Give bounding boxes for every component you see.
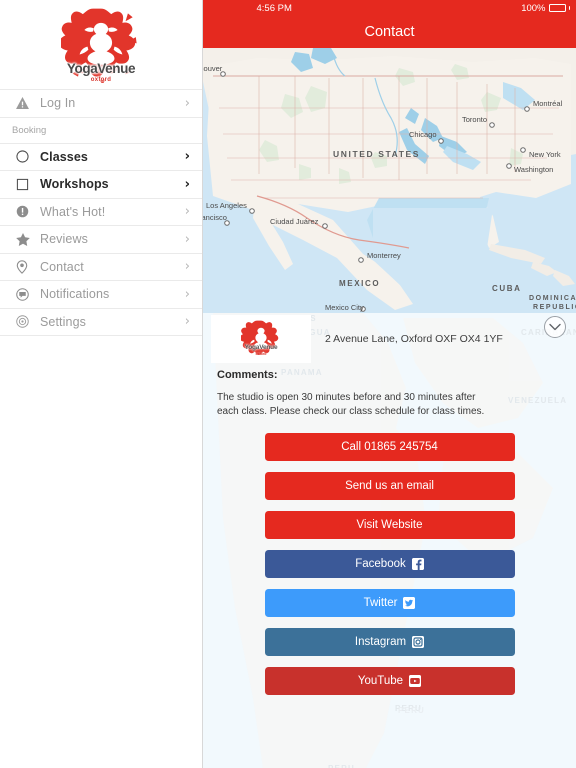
sidebar-item-contact[interactable]: Contact › [0, 252, 202, 281]
sidebar-item-settings[interactable]: Settings › [0, 307, 202, 336]
sidebar-item-label: Notifications [40, 287, 110, 302]
youtube-icon [409, 675, 422, 687]
youtube-button[interactable]: YouTube [264, 667, 515, 695]
map-svg: Vancouver Montréal Toronto Chicago New Y… [203, 48, 576, 313]
map-label-mexico: MEXICO [339, 279, 380, 288]
contact-pane: HONDURAS NICARAGUA PANAMA CARIBBEAN VENE… [203, 0, 576, 768]
location-pin-icon [16, 259, 40, 274]
sidebar-item-label: Workshops [40, 177, 109, 192]
chevron-right-icon: › [184, 95, 190, 111]
sidebar-section-booking: Booking [0, 117, 202, 144]
sidebar-item-workshops[interactable]: Workshops › [0, 170, 202, 199]
sidebar: YogaVenue oxford Log In › Booking Classe… [0, 0, 203, 768]
sidebar-menu: Log In › Booking Classes › Workshops › W… [0, 89, 202, 336]
twitter-button[interactable]: Twitter [264, 589, 515, 617]
sidebar-item-label: Log In [40, 96, 76, 111]
call-button-label: Call 01865 245754 [341, 441, 438, 453]
page-title: Contact [364, 24, 415, 40]
sidebar-item-classes[interactable]: Classes › [0, 142, 202, 171]
battery-tip-icon [568, 6, 570, 10]
map-label-monterrey: Monterrey [367, 251, 401, 260]
map-label-washington: Washington [514, 165, 553, 174]
sidebar-item-log-in[interactable]: Log In › [0, 89, 202, 118]
map-label-ciudad-juarez: Ciudad Juárez [270, 217, 319, 226]
gear-icon [16, 315, 40, 328]
nav-bar: Contact [203, 16, 576, 48]
map-label-cuba: CUBA [492, 284, 522, 293]
instagram-button-label: Instagram [354, 636, 407, 648]
chat-bubble-icon [16, 287, 40, 301]
chevron-down-circle-icon[interactable] [544, 316, 566, 338]
sidebar-item-label: Settings [40, 314, 86, 329]
map-label-toronto: Toronto [462, 115, 487, 124]
battery-icon [548, 4, 566, 12]
chevron-right-icon: › [184, 176, 190, 192]
address-strip: YogaVenue oxford 2 Avenue Lane, Oxford O… [203, 313, 576, 365]
email-button[interactable]: Send us an email [264, 472, 515, 500]
address-logo: YogaVenue oxford [211, 315, 311, 363]
sidebar-item-reviews[interactable]: Reviews › [0, 225, 202, 254]
sidebar-item-whats-hot[interactable]: What's Hot! › [0, 197, 202, 226]
exclamation-icon [16, 205, 40, 218]
email-button-label: Send us an email [345, 480, 434, 492]
map-label-united-states: UNITED STATES [333, 149, 420, 159]
address-logo-sub: oxford [255, 352, 267, 356]
address-logo-text: YogaVenue [244, 344, 278, 351]
warning-triangle-icon [16, 97, 40, 110]
youtube-button-label: YouTube [357, 675, 404, 687]
instagram-icon [412, 636, 425, 648]
twitter-icon [403, 597, 416, 609]
action-button-list: Call 01865 245754 Send us an email Visit… [203, 433, 576, 695]
contact-content: YogaVenue oxford 2 Avenue Lane, Oxford O… [203, 313, 576, 768]
sidebar-item-label: Reviews [40, 232, 88, 247]
status-bar: 4:56 PM 100% [203, 0, 576, 16]
star-icon [16, 232, 40, 246]
sidebar-item-label: What's Hot! [40, 204, 106, 219]
status-time: 4:56 PM [256, 2, 292, 14]
map-label-vancouver: Vancouver [203, 64, 223, 73]
address-text: 2 Avenue Lane, Oxford OXF OX4 1YF [325, 333, 503, 345]
map-label-los-angeles: Los Angeles [206, 201, 247, 210]
sidebar-item-notifications[interactable]: Notifications › [0, 280, 202, 309]
comments-body: The studio is open 30 minutes before and… [217, 392, 485, 418]
sidebar-item-label: Classes [40, 149, 88, 164]
comments-title: Comments: [217, 369, 278, 381]
map-label-new-york: New York [529, 150, 561, 159]
circle-icon [16, 150, 40, 163]
comments-block: Comments: The studio is open 30 minutes … [203, 365, 576, 419]
map-label-republic: REPUBLIC [533, 304, 576, 311]
chevron-right-icon: › [184, 259, 190, 275]
sidebar-logo-text: YogaVenue [66, 61, 136, 76]
map-label-mexico-city: Mexico City [325, 303, 364, 312]
map-label-montreal: Montréal [533, 99, 563, 108]
website-button-label: Visit Website [356, 519, 423, 531]
square-icon [16, 178, 40, 191]
map-label-dominican: DOMINICAN [529, 295, 576, 302]
facebook-icon [411, 558, 424, 570]
facebook-button-label: Facebook [355, 558, 406, 570]
facebook-button[interactable]: Facebook [264, 550, 515, 578]
instagram-button[interactable]: Instagram [264, 628, 515, 656]
map-view[interactable]: Vancouver Montréal Toronto Chicago New Y… [203, 48, 576, 313]
map-label-san-francisco: San Francisco [203, 213, 227, 222]
sidebar-logo: YogaVenue oxford [0, 0, 202, 90]
battery-indicator: 100% [521, 3, 570, 14]
map-label-chicago: Chicago [409, 130, 437, 139]
chevron-right-icon: › [184, 286, 190, 302]
battery-percent-label: 100% [521, 2, 546, 14]
sidebar-item-label: Contact [40, 259, 84, 274]
chevron-right-icon: › [184, 314, 190, 330]
website-button[interactable]: Visit Website [264, 511, 515, 539]
app-root: YogaVenue oxford Log In › Booking Classe… [0, 0, 576, 768]
chevron-right-icon: › [184, 204, 190, 220]
chevron-right-icon: › [184, 149, 190, 165]
chevron-right-icon: › [184, 231, 190, 247]
sidebar-logo-sub: oxford [90, 77, 112, 83]
twitter-button-label: Twitter [363, 597, 398, 609]
call-button[interactable]: Call 01865 245754 [264, 433, 515, 461]
